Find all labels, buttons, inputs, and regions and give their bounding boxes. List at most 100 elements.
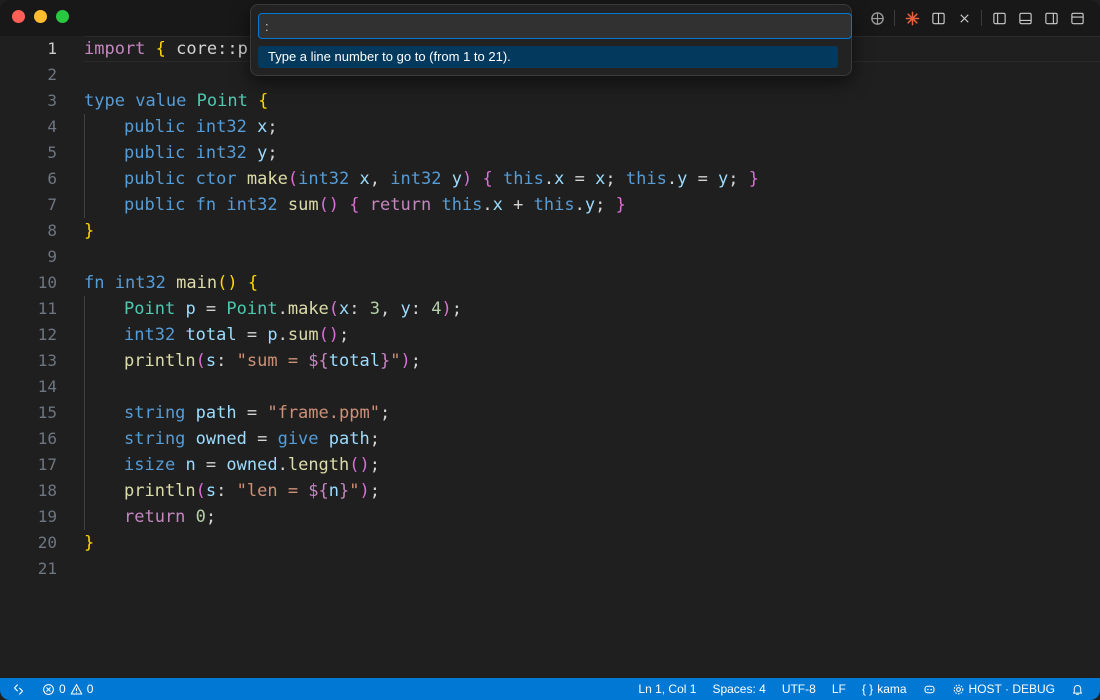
go-to-line-input[interactable] [258, 13, 852, 39]
token-variable: x [492, 195, 503, 215]
token-bracket: { [482, 169, 493, 189]
copilot-status[interactable] [915, 678, 944, 700]
token-type: int32 [195, 143, 247, 163]
indent-guide [84, 140, 85, 166]
token-operator: = [195, 299, 227, 319]
host-debug-label: HOST · DEBUG [968, 682, 1055, 696]
token-operator: = [195, 455, 227, 475]
indent-guide [84, 478, 85, 504]
code-area[interactable]: import { core::pr type value Point { pub… [84, 36, 1100, 582]
token-punct: : [216, 351, 237, 371]
token-interpolation: ${ [308, 351, 329, 371]
token-type: Point [196, 91, 248, 111]
token-operator: = [236, 403, 268, 423]
token-bracket: ( [195, 481, 206, 501]
token-type: int32 [114, 273, 166, 293]
code-line: } [84, 530, 1100, 556]
indent-guide [84, 192, 85, 218]
token-punct: ; [605, 169, 616, 189]
token-keyword: this [625, 169, 667, 189]
token-variable: y [451, 169, 462, 189]
host-debug-status[interactable]: HOST · DEBUG [944, 678, 1063, 700]
token-bracket: } [84, 221, 95, 241]
token-operator: = [246, 429, 278, 449]
indent-guide [84, 504, 85, 530]
go-to-line-hint[interactable]: Type a line number to go to (from 1 to 2… [258, 46, 838, 68]
token-punct: ; [728, 169, 739, 189]
line-number: 18 [37, 481, 57, 500]
indent-guide [84, 114, 85, 140]
token-string: " [390, 351, 401, 371]
split-editor-icon[interactable] [925, 8, 951, 28]
code-editor[interactable]: 1 2 3 4 5 6 7 8 9 10 11 12 13 14 15 16 1… [0, 36, 1100, 678]
token-variable: path [195, 403, 237, 423]
token-punct: ; [205, 507, 217, 527]
title-bar-actions [864, 8, 1090, 28]
token-string: "len = [236, 481, 309, 501]
token-keyword: return [369, 195, 432, 215]
window-close-button[interactable] [12, 10, 25, 23]
toggle-secondary-sidebar-icon[interactable] [1038, 8, 1064, 28]
token-function: length [287, 455, 350, 475]
token-keyword: this [502, 169, 544, 189]
token-bracket: ( [328, 299, 340, 319]
toggle-panel-icon[interactable] [1012, 8, 1038, 28]
cursor-position[interactable]: Ln 1, Col 1 [630, 678, 704, 700]
title-bar-separator [894, 10, 895, 26]
code-line: public int32 x; [84, 114, 1100, 140]
token-bracket: } [84, 533, 95, 553]
token-variable: owned [226, 455, 278, 475]
token-type: Point [124, 299, 176, 319]
token-operator: = [564, 169, 596, 189]
token-type: Point [226, 299, 278, 319]
token-interpolation: } [339, 481, 350, 501]
token-bracket: () [318, 325, 340, 345]
line-number: 4 [47, 117, 57, 136]
token-punct: . [543, 169, 555, 189]
line-number: 1 [47, 39, 57, 58]
code-line: string owned = give path; [84, 426, 1100, 452]
problems-indicator[interactable]: 0 0 [42, 678, 93, 700]
quick-input-widget: Type a line number to go to (from 1 to 2… [250, 4, 852, 76]
language-mode[interactable]: { } kama [854, 678, 915, 700]
customize-layout-icon[interactable] [1064, 8, 1090, 28]
token-keyword: this [441, 195, 483, 215]
indentation-setting[interactable]: Spaces: 4 [704, 678, 773, 700]
toggle-primary-sidebar-icon[interactable] [986, 8, 1012, 28]
token-punct: ; [595, 195, 606, 215]
line-number: 15 [37, 403, 57, 422]
token-punct: ; [379, 403, 391, 423]
token-bracket: ( [195, 351, 206, 371]
token-bracket: () [318, 195, 340, 215]
copilot-icon[interactable] [864, 8, 890, 28]
token-string: "sum = [236, 351, 309, 371]
token-keyword: type [84, 91, 125, 111]
window-maximize-button[interactable] [56, 10, 69, 23]
token-variable: y [677, 169, 688, 189]
token-function: sum [287, 195, 319, 215]
token-number: 4 [431, 299, 442, 319]
token-keyword: ctor [195, 169, 237, 189]
token-bracket: { [349, 195, 360, 215]
token-punct: ; [451, 299, 462, 319]
encoding-setting[interactable]: UTF-8 [774, 678, 824, 700]
token-punct: . [666, 169, 678, 189]
indent-guide [84, 452, 85, 478]
sparkle-icon[interactable] [899, 8, 925, 28]
remote-indicator[interactable] [0, 678, 36, 700]
token-variable: x [257, 117, 268, 137]
token-type: string [124, 403, 186, 423]
notifications-button[interactable] [1063, 678, 1092, 700]
token-keyword: this [533, 195, 575, 215]
window-minimize-button[interactable] [34, 10, 47, 23]
token-type: int32 [298, 169, 350, 189]
token-punct: . [574, 195, 585, 215]
close-icon[interactable] [951, 8, 977, 28]
token-variable: total [328, 351, 380, 371]
eol-setting[interactable]: LF [824, 678, 854, 700]
line-number-gutter: 1 2 3 4 5 6 7 8 9 10 11 12 13 14 15 16 1… [0, 36, 64, 582]
token-function: make [246, 169, 288, 189]
line-number: 2 [47, 65, 57, 84]
indent-guide [84, 374, 85, 400]
